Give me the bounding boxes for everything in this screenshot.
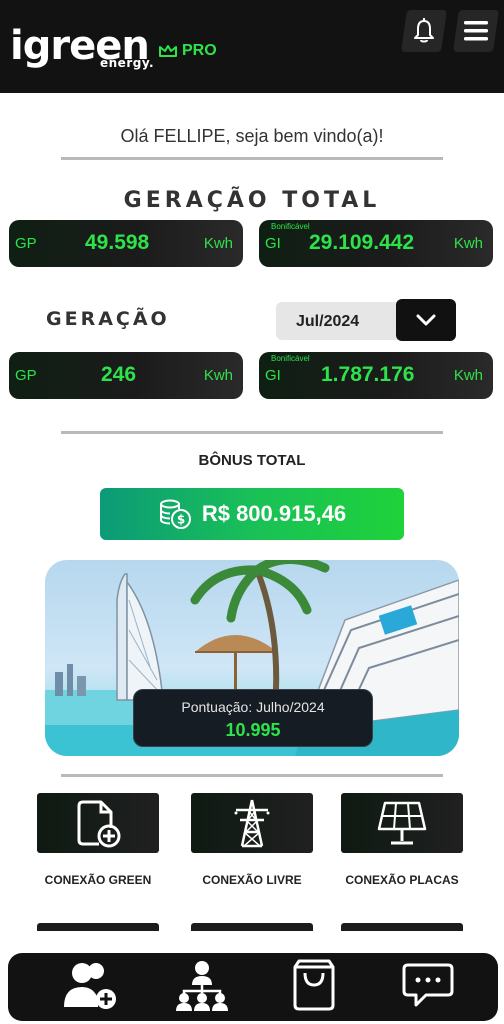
gp-unit: Kwh [203,235,233,252]
power-tower-icon [234,799,270,848]
gi-unit: Kwh [453,367,483,384]
conexao-livre-label: CONEXÃO LIVRE [202,873,302,887]
solar-panel-icon [377,801,427,845]
total-gp-value: 49.598 [85,231,150,254]
gp-prefix: GP [15,367,37,384]
generation-title: GERAÇÃO [46,308,170,330]
total-gi-value: 29.109.442 [309,231,415,254]
coins-icon: $ [159,499,191,529]
bonus-total-value: R$ 800.915,46 [201,501,347,526]
pro-badge: PRO [158,42,217,60]
hamburger-menu-icon [464,21,488,41]
conexao-placas-tile[interactable] [341,793,463,853]
tile-row-partial[interactable] [37,923,159,931]
generation-total-title: GERAÇÃO TOTAL [123,188,381,213]
bonus-total-title: BÔNUS TOTAL [198,452,306,469]
month-gp-value: 246 [101,363,137,386]
gi-prefix: GI [265,235,281,252]
gi-prefix: GI [265,367,281,384]
tile-row-partial[interactable] [191,923,313,931]
month-gi-value: 1.787.176 [321,363,415,386]
score-label: Pontuação: Julho/2024 [181,699,325,715]
logo-subtext: energy. [100,56,155,70]
svg-text:$: $ [177,513,185,527]
divider [61,157,443,160]
nav-chat[interactable] [398,957,458,1013]
nav-add-user[interactable] [60,957,120,1013]
period-dropdown-button[interactable] [396,299,456,341]
month-gi-card: Bonificável GI 1.787.176 Kwh [259,352,493,399]
score-card[interactable]: Pontuação: Julho/2024 10.995 [133,689,373,747]
gp-unit: Kwh [203,367,233,384]
app-header: igreen energy. PRO [0,0,504,93]
score-value: 10.995 [225,720,281,740]
network-icon [176,961,228,1011]
period-value: Jul/2024 [296,313,360,330]
chat-icon [402,963,454,1007]
month-gp-card: GP 246 Kwh [9,352,243,399]
period-select[interactable]: Jul/2024 [276,299,456,341]
nav-network[interactable] [172,957,232,1013]
notifications-button[interactable] [401,10,447,52]
bonificavel-tag: Bonificável [271,354,310,363]
tile-row-partial[interactable] [341,923,463,931]
total-gi-card: Bonificável GI 29.109.442 Kwh [259,220,493,267]
menu-button[interactable] [453,10,499,52]
add-user-icon [64,963,116,1009]
chevron-down-icon [416,314,436,326]
divider [61,774,443,777]
divider [61,431,443,434]
greeting-text: Olá FELLIPE, seja bem vindo(a)! [120,126,384,146]
nav-store[interactable] [284,957,344,1013]
gi-unit: Kwh [453,235,483,252]
conexao-green-tile[interactable] [37,793,159,853]
bottom-navigation [8,953,498,1021]
shopping-bag-icon [293,959,335,1011]
conexao-placas-label: CONEXÃO PLACAS [345,873,459,887]
bonus-total-button[interactable]: $ R$ 800.915,46 [100,488,404,540]
conexao-green-label: CONEXÃO GREEN [44,873,152,887]
total-gp-card: GP 49.598 Kwh [9,220,243,267]
conexao-livre-tile[interactable] [191,793,313,853]
pro-label: PRO [182,42,217,59]
gp-prefix: GP [15,235,37,252]
bell-icon [414,18,434,43]
crown-icon [159,45,177,57]
document-plus-icon [77,800,121,848]
bonificavel-tag: Bonificável [271,222,310,231]
